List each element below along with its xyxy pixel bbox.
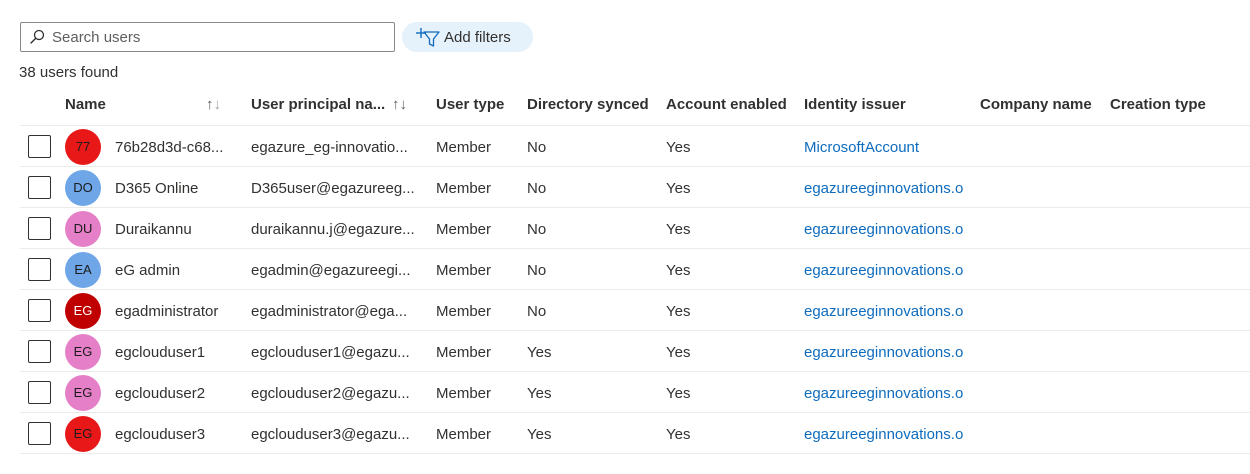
column-header-creation-type[interactable]: Creation type bbox=[1110, 86, 1245, 124]
cell-user-type: Member bbox=[436, 344, 492, 361]
cell-user-type: Member bbox=[436, 180, 492, 197]
users-table: 77 76b28d3d-c68... egazure_eg-innovatio...… bbox=[20, 125, 1250, 454]
cell-directory-synced: No bbox=[527, 221, 547, 238]
cell-name[interactable]: egclouduser3 bbox=[115, 413, 255, 454]
row-checkbox[interactable] bbox=[28, 340, 51, 363]
row-checkbox[interactable] bbox=[28, 176, 51, 199]
column-header-account-enabled[interactable]: Account enabled bbox=[666, 86, 801, 124]
sort-down-icon: ↓ bbox=[213, 96, 222, 113]
cell-directory-synced: Yes bbox=[527, 426, 552, 443]
cell-account-enabled: Yes bbox=[666, 139, 691, 156]
cell-directory-synced: Yes bbox=[527, 344, 552, 361]
cell-user-type: Member bbox=[436, 262, 492, 279]
cell-name[interactable]: egclouduser2 bbox=[115, 372, 255, 413]
search-input[interactable] bbox=[52, 28, 382, 46]
sort-upn-icon[interactable]: ↑↓ bbox=[392, 86, 407, 124]
avatar: EG bbox=[65, 334, 101, 370]
column-header-company-name[interactable]: Company name bbox=[980, 86, 1105, 124]
results-count: 38 users found bbox=[19, 64, 119, 81]
cell-directory-synced: No bbox=[527, 262, 547, 279]
table-row[interactable]: EG egclouduser3 egclouduser3@egazu... Membe… bbox=[20, 413, 1250, 454]
avatar: EG bbox=[65, 375, 101, 411]
table-row[interactable]: DO D365 Online D365user@egazureeg... Member… bbox=[20, 167, 1250, 208]
identity-issuer-link[interactable]: egazureeginnovations.o bbox=[804, 413, 968, 454]
row-checkbox[interactable] bbox=[28, 299, 51, 322]
sort-up-icon: ↑ bbox=[206, 96, 214, 113]
row-checkbox[interactable] bbox=[28, 381, 51, 404]
avatar: DO bbox=[65, 170, 101, 206]
cell-upn: egclouduser1@egazu... bbox=[251, 344, 410, 361]
identity-issuer-link[interactable]: egazureeginnovations.o bbox=[804, 167, 968, 208]
cell-upn: egazure_eg-innovatio... bbox=[251, 139, 408, 156]
add-filters-label: Add filters bbox=[444, 28, 511, 46]
cell-directory-synced: No bbox=[527, 139, 547, 156]
add-filters-button[interactable]: Add filters bbox=[402, 22, 533, 52]
cell-user-type: Member bbox=[436, 139, 492, 156]
column-header-identity-issuer[interactable]: Identity issuer bbox=[804, 86, 974, 124]
avatar: DU bbox=[65, 211, 101, 247]
table-row[interactable]: EG egclouduser2 egclouduser2@egazu... Membe… bbox=[20, 372, 1250, 413]
cell-upn: egadministrator@ega... bbox=[251, 303, 408, 320]
cell-upn: egclouduser3@egazu... bbox=[251, 426, 410, 443]
cell-user-type: Member bbox=[436, 426, 492, 443]
column-header-user-type[interactable]: User type bbox=[436, 86, 526, 124]
search-box[interactable] bbox=[20, 22, 395, 52]
table-row[interactable]: EG egclouduser1 egclouduser1@egazu... Membe… bbox=[20, 331, 1250, 372]
cell-name[interactable]: egclouduser1 bbox=[115, 331, 255, 372]
column-header-upn[interactable]: User principal na... bbox=[251, 86, 391, 124]
cell-upn: egclouduser2@egazu... bbox=[251, 385, 410, 402]
cell-account-enabled: Yes bbox=[666, 221, 691, 238]
identity-issuer-link[interactable]: MicrosoftAccount bbox=[804, 126, 968, 167]
identity-issuer-link[interactable]: egazureeginnovations.o bbox=[804, 249, 968, 290]
avatar: EA bbox=[65, 252, 101, 288]
avatar: 77 bbox=[65, 129, 101, 165]
cell-directory-synced: No bbox=[527, 303, 547, 320]
cell-upn: D365user@egazureeg... bbox=[251, 180, 415, 197]
search-icon bbox=[30, 29, 45, 44]
avatar: EG bbox=[65, 293, 101, 329]
sort-down-icon: ↓ bbox=[399, 96, 408, 113]
cell-account-enabled: Yes bbox=[666, 180, 691, 197]
table-row[interactable]: DU Duraikannu duraikannu.j@egazure... Membe… bbox=[20, 208, 1250, 249]
cell-account-enabled: Yes bbox=[666, 385, 691, 402]
cell-account-enabled: Yes bbox=[666, 426, 691, 443]
cell-directory-synced: No bbox=[527, 180, 547, 197]
cell-account-enabled: Yes bbox=[666, 303, 691, 320]
cell-account-enabled: Yes bbox=[666, 344, 691, 361]
toolbar: Add filters bbox=[20, 22, 533, 52]
identity-issuer-link[interactable]: egazureeginnovations.o bbox=[804, 208, 968, 249]
table-row[interactable]: EA eG admin egadmin@egazureegi... Member No Y… bbox=[20, 249, 1250, 290]
sort-up-icon: ↑ bbox=[392, 96, 400, 113]
cell-user-type: Member bbox=[436, 385, 492, 402]
identity-issuer-link[interactable]: egazureeginnovations.o bbox=[804, 372, 968, 413]
column-header-directory-synced[interactable]: Directory synced bbox=[527, 86, 662, 124]
table-row[interactable]: 77 76b28d3d-c68... egazure_eg-innovatio...… bbox=[20, 126, 1250, 167]
sort-name-icon[interactable]: ↑↓ bbox=[206, 86, 221, 124]
cell-name[interactable]: eG admin bbox=[115, 249, 255, 290]
cell-user-type: Member bbox=[436, 303, 492, 320]
cell-name[interactable]: Duraikannu bbox=[115, 208, 255, 249]
row-checkbox[interactable] bbox=[28, 422, 51, 445]
row-checkbox[interactable] bbox=[28, 258, 51, 281]
cell-name[interactable]: 76b28d3d-c68... bbox=[115, 126, 255, 167]
cell-upn: egadmin@egazureegi... bbox=[251, 262, 411, 279]
cell-user-type: Member bbox=[436, 221, 492, 238]
table-header: Name ↑↓ User principal na... ↑↓ User typ… bbox=[0, 86, 1250, 124]
cell-name[interactable]: D365 Online bbox=[115, 167, 255, 208]
row-checkbox[interactable] bbox=[28, 217, 51, 240]
cell-upn: duraikannu.j@egazure... bbox=[251, 221, 415, 238]
identity-issuer-link[interactable]: egazureeginnovations.o bbox=[804, 290, 968, 331]
table-row[interactable]: EG egadministrator egadministrator@ega... M… bbox=[20, 290, 1250, 331]
row-checkbox[interactable] bbox=[28, 135, 51, 158]
cell-directory-synced: Yes bbox=[527, 385, 552, 402]
identity-issuer-link[interactable]: egazureeginnovations.o bbox=[804, 331, 968, 372]
column-header-name[interactable]: Name bbox=[65, 86, 195, 124]
add-filter-icon bbox=[416, 28, 440, 47]
cell-name[interactable]: egadministrator bbox=[115, 290, 255, 331]
avatar: EG bbox=[65, 416, 101, 452]
cell-account-enabled: Yes bbox=[666, 262, 691, 279]
